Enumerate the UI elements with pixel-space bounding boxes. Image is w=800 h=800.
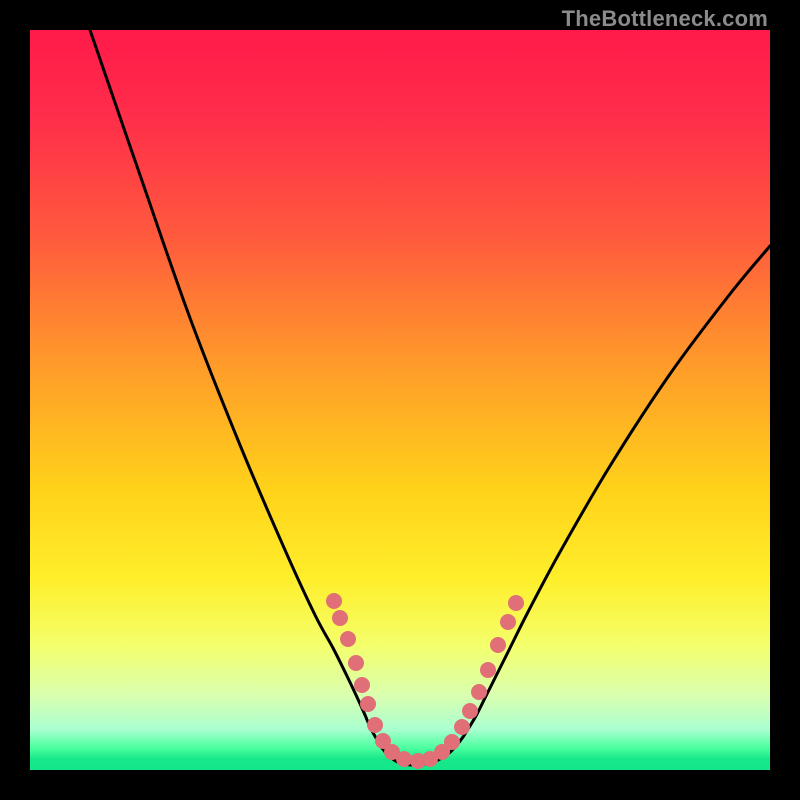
data-dot (354, 677, 370, 693)
plot-area (30, 30, 770, 770)
data-dot (508, 595, 524, 611)
data-dot (326, 593, 342, 609)
data-dot (348, 655, 364, 671)
bottleneck-curve (30, 30, 770, 770)
data-dot (480, 662, 496, 678)
data-dot (490, 637, 506, 653)
outer-frame: TheBottleneck.com (0, 0, 800, 800)
data-dot (332, 610, 348, 626)
data-dot (444, 734, 460, 750)
watermark-text: TheBottleneck.com (562, 6, 768, 32)
data-dot (471, 684, 487, 700)
data-dot (340, 631, 356, 647)
data-dot (454, 719, 470, 735)
data-dot (500, 614, 516, 630)
data-dot (360, 696, 376, 712)
data-dot (462, 703, 478, 719)
data-dot (367, 717, 383, 733)
